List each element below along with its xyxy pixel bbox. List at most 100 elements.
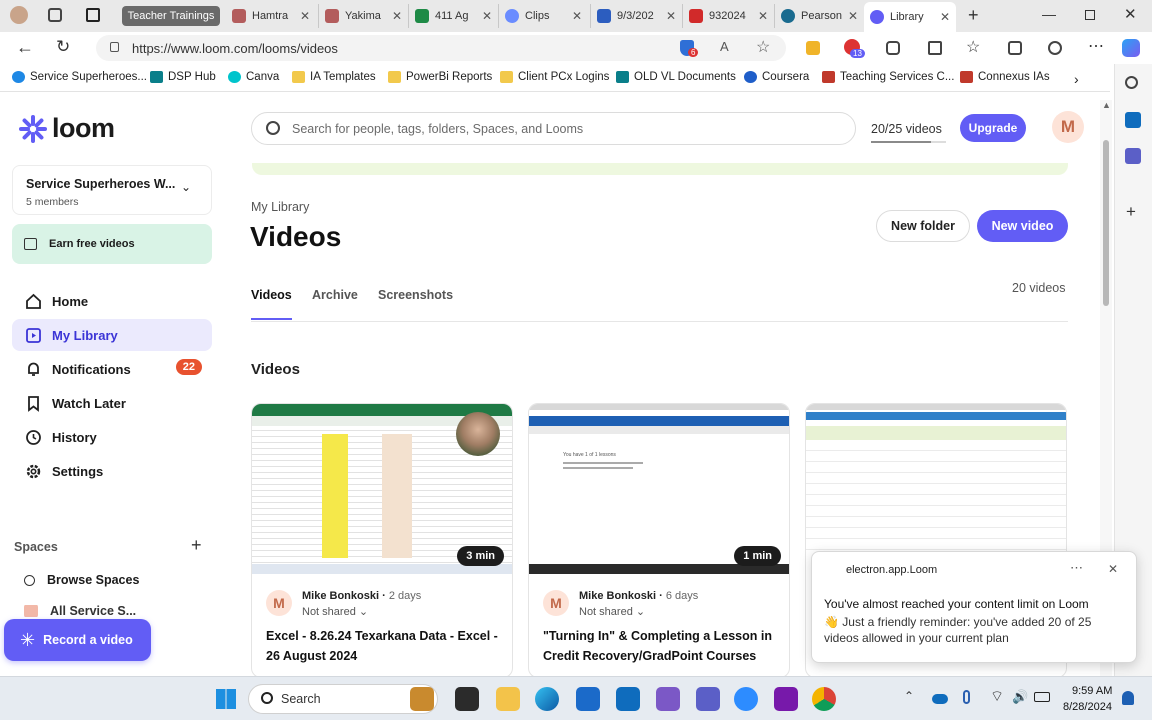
tab-pearson[interactable]: Pearson ✕ xyxy=(774,4,864,28)
record-video-button[interactable]: ✳ Record a video xyxy=(4,619,151,661)
extensions-puzzle-icon[interactable] xyxy=(886,41,900,55)
tab-library-active[interactable]: Library ✕ xyxy=(864,2,956,32)
volume-icon[interactable]: 🔊 xyxy=(1012,689,1028,705)
tab-videos[interactable]: Videos xyxy=(251,286,292,320)
tab-archive[interactable]: Archive xyxy=(312,286,358,304)
bookmark-old-vl[interactable]: OLD VL Documents xyxy=(616,71,736,83)
scroll-up-arrow-icon[interactable]: ▲ xyxy=(1102,100,1111,110)
battery-icon[interactable] xyxy=(1034,692,1050,702)
new-folder-button[interactable]: New folder xyxy=(876,210,970,242)
notification-bell-icon[interactable] xyxy=(1122,691,1134,705)
wifi-icon[interactable]: ⌔ xyxy=(990,687,1004,706)
tab-932024[interactable]: 932024 ✕ xyxy=(682,4,774,28)
browse-spaces-link[interactable]: Browse Spaces xyxy=(24,573,139,587)
briefcase-icon[interactable] xyxy=(410,687,434,711)
onedrive-icon[interactable] xyxy=(932,694,948,704)
workspace-switcher[interactable]: Service Superheroes W... 5 members ⌄ xyxy=(12,165,212,215)
close-tab-icon[interactable]: ✕ xyxy=(300,9,310,23)
video-card[interactable]: 3 min M Mike Bonkoski · 2 days Not share… xyxy=(251,403,513,676)
close-tab-icon[interactable]: ✕ xyxy=(940,10,950,24)
outlook-icon[interactable] xyxy=(1125,112,1141,128)
terminal-icon[interactable] xyxy=(455,687,479,711)
add-sidebar-icon[interactable]: + xyxy=(1126,202,1136,222)
video-thumbnail[interactable] xyxy=(806,404,1066,574)
new-video-button[interactable]: New video xyxy=(977,210,1068,242)
video-card[interactable]: You have 1 of 1 lessons 1 min M Mike Bon… xyxy=(528,403,790,676)
video-thumbnail[interactable]: You have 1 of 1 lessons 1 min xyxy=(529,404,789,574)
sharing-status[interactable]: Not shared ⌄ xyxy=(302,605,368,618)
microphone-icon[interactable] xyxy=(963,690,970,704)
close-tab-icon[interactable]: ✕ xyxy=(572,9,582,23)
add-space-icon[interactable]: + xyxy=(191,535,202,556)
new-tab-icon[interactable]: + xyxy=(968,5,979,26)
video-quota[interactable]: 20/25 videos xyxy=(871,120,946,143)
app-blue-icon[interactable] xyxy=(576,687,600,711)
tab-clips[interactable]: Clips ✕ xyxy=(498,4,588,28)
tab-yakima[interactable]: Yakima ✕ xyxy=(318,4,408,28)
file-explorer-icon[interactable] xyxy=(496,687,520,711)
favorites-icon[interactable]: ☆ xyxy=(966,37,980,57)
zoom-icon[interactable] xyxy=(734,687,758,711)
extension-icon[interactable] xyxy=(806,41,820,55)
bookmark-service-superheroes[interactable]: Service Superheroes... xyxy=(12,71,147,83)
video-title[interactable]: Excel - 8.26.24 Texarkana Data - Excel -… xyxy=(266,626,506,666)
back-icon[interactable]: ← xyxy=(16,37,34,58)
upgrade-button[interactable]: Upgrade xyxy=(960,114,1026,142)
nav-my-library[interactable]: My Library xyxy=(12,319,212,351)
space-item-partial[interactable]: All Service S... xyxy=(24,605,136,617)
tab-411-ag[interactable]: 411 Ag ✕ xyxy=(408,4,498,28)
tab-date[interactable]: 9/3/202 ✕ xyxy=(590,4,682,28)
close-window-icon[interactable]: ✕ xyxy=(1124,5,1137,23)
clock-date[interactable]: 8/28/2024 xyxy=(1063,701,1112,713)
bookmark-teaching-services[interactable]: Teaching Services C... xyxy=(822,71,954,83)
nav-history[interactable]: History xyxy=(12,421,212,453)
snipping-tool-icon[interactable] xyxy=(656,687,680,711)
restore-icon[interactable] xyxy=(1085,10,1095,20)
collections-icon[interactable] xyxy=(1008,41,1022,55)
breadcrumb[interactable]: My Library xyxy=(251,200,309,214)
outlook-icon[interactable] xyxy=(616,687,640,711)
notification-toast[interactable]: electron.app.Loom ⋯ ✕ You've almost reac… xyxy=(811,551,1137,663)
profile-avatar[interactable] xyxy=(10,6,28,24)
video-title[interactable]: "Turning In" & Completing a Lesson in Cr… xyxy=(543,626,783,666)
toast-close-icon[interactable]: ✕ xyxy=(1108,562,1118,576)
workspaces-icon[interactable] xyxy=(48,8,62,22)
bookmark-powerbi-reports[interactable]: PowerBi Reports xyxy=(388,71,492,83)
bookmark-client-pcx[interactable]: Client PCx Logins xyxy=(500,71,609,83)
sharing-status[interactable]: Not shared ⌄ xyxy=(579,605,645,618)
video-thumbnail[interactable]: 3 min xyxy=(252,404,512,574)
bookmark-canva[interactable]: Canva xyxy=(228,71,279,83)
bookmark-coursera[interactable]: Coursera xyxy=(744,71,809,83)
onenote-icon[interactable] xyxy=(774,687,798,711)
nav-notifications[interactable]: Notifications 22 xyxy=(12,353,212,385)
windows-start-icon[interactable] xyxy=(216,689,236,709)
copilot-icon[interactable] xyxy=(1122,39,1140,57)
tab-actions-icon[interactable] xyxy=(86,8,100,22)
teams-icon[interactable] xyxy=(696,687,720,711)
more-menu-icon[interactable]: ⋯ xyxy=(1088,36,1104,56)
read-aloud-icon[interactable]: A xyxy=(720,39,729,54)
earn-free-videos-button[interactable]: Earn free videos xyxy=(12,224,212,264)
tab-screenshots[interactable]: Screenshots xyxy=(378,286,453,304)
minimize-icon[interactable]: — xyxy=(1042,6,1056,22)
bookmarks-more-chevron-icon[interactable]: › xyxy=(1074,71,1079,87)
teams-icon[interactable] xyxy=(1125,148,1141,164)
bookmark-connexus[interactable]: Connexus IAs xyxy=(960,71,1050,83)
loom-logo[interactable]: loom xyxy=(18,113,115,144)
close-tab-icon[interactable]: ✕ xyxy=(758,9,768,23)
nav-home[interactable]: Home xyxy=(12,285,212,317)
bookmark-ia-templates[interactable]: IA Templates xyxy=(292,71,376,83)
tab-hamtra[interactable]: Hamtra ✕ xyxy=(226,4,316,28)
chrome-icon[interactable] xyxy=(812,687,836,711)
nav-watch-later[interactable]: Watch Later xyxy=(12,387,212,419)
close-tab-icon[interactable]: ✕ xyxy=(848,9,858,23)
edge-browser-icon[interactable] xyxy=(535,687,559,711)
nav-settings[interactable]: Settings xyxy=(12,455,212,487)
tab-teacher-trainings[interactable]: Teacher Trainings xyxy=(122,6,220,26)
url-field[interactable]: https://www.loom.com/looms/videos 6 A ☆ xyxy=(96,35,786,61)
clock-time[interactable]: 9:59 AM xyxy=(1072,685,1112,697)
show-hidden-icons-chevron[interactable]: ⌃ xyxy=(904,689,914,703)
close-tab-icon[interactable]: ✕ xyxy=(482,9,492,23)
bookmark-dsp-hub[interactable]: DSP Hub xyxy=(150,71,216,83)
performance-icon[interactable] xyxy=(1048,41,1062,55)
